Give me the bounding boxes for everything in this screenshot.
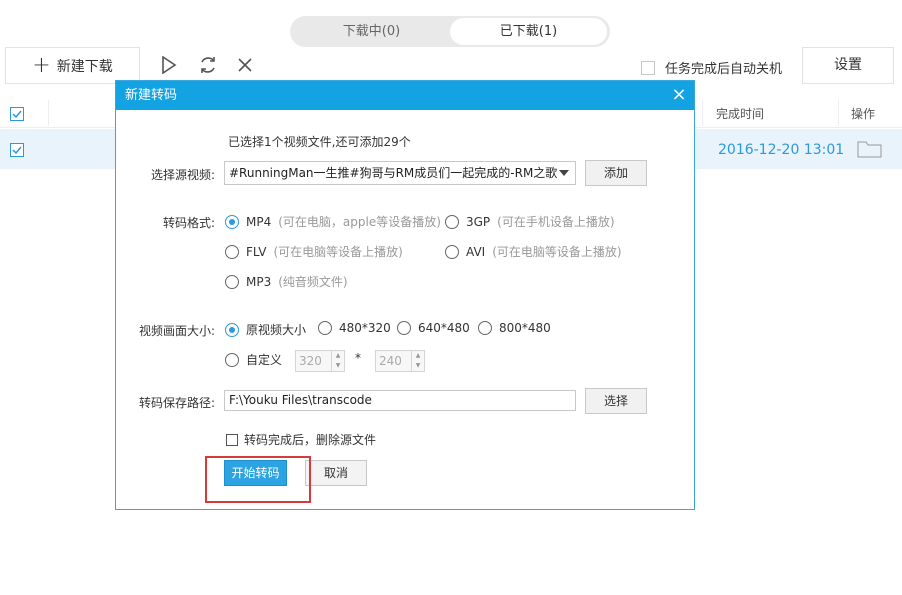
new-download-label: 新建下载 [56,58,113,75]
row-complete-time: 2016-12-20 13:01 [718,142,845,158]
column-divider [838,100,839,126]
size-radio-800x480[interactable]: 800*480 [478,321,551,335]
format-radio-mp4[interactable]: MP4 (可在电脑，apple等设备播放) [225,213,441,230]
radio-selected-icon [225,322,239,337]
custom-label: 自定义 [246,353,283,367]
format-hint: (可在电脑等设备上播放) [492,245,622,259]
source-video-select[interactable]: #RunningMan一生推#狗哥与RM成员们一起完成的-RM之歌 [224,161,576,185]
format-radio-mp3[interactable]: MP3 (纯音频文件) [225,273,348,290]
source-video-value: #RunningMan一生推#狗哥与RM成员们一起完成的-RM之歌 [229,166,558,180]
size-radio-original[interactable]: 原视频大小 [225,321,306,338]
format-hint: (可在手机设备上播放) [497,215,615,229]
choose-path-button[interactable]: 选择 [585,388,647,414]
size-radio-480x320[interactable]: 480*320 [318,321,391,335]
auto-shutdown-option[interactable]: 任务完成后自动关机 [641,58,782,77]
select-all-checkbox[interactable] [10,107,24,121]
cancel-button[interactable]: 取消 [305,460,367,486]
custom-width-value: 320 [299,354,322,368]
delete-source-label: 转码完成后，删除源文件 [244,433,377,447]
size-name: 800*480 [499,321,551,335]
close-icon[interactable] [233,53,257,77]
delete-source-checkbox[interactable] [226,433,238,446]
radio-icon [225,244,239,259]
format-hint: (可在电脑，apple等设备播放) [278,215,441,229]
header-action: 操作 [851,107,876,121]
format-label: 转码格式: [162,216,215,230]
radio-icon [225,352,239,367]
source-label: 选择源视频: [150,168,215,182]
radio-icon [225,274,239,289]
selection-info: 已选择1个视频文件,还可添加29个 [228,135,411,149]
stepper-arrows[interactable]: ▲ ▼ [331,351,344,371]
stepper-arrows[interactable]: ▲ ▼ [411,351,424,371]
download-tabs: 下载中(0) 已下载(1) [290,16,610,47]
tab-downloading[interactable]: 下载中(0) [293,18,450,45]
format-hint: (可在电脑等设备上播放) [273,245,403,259]
column-divider [702,100,703,126]
custom-width-stepper[interactable]: 320 ▲ ▼ [295,350,345,372]
radio-icon [318,321,332,335]
size-label: 视频画面大小: [138,324,215,338]
row-checkbox[interactable] [10,143,24,157]
auto-shutdown-label: 任务完成后自动关机 [665,62,783,77]
size-name: 640*480 [418,321,470,335]
column-divider [48,100,49,126]
dialog-title: 新建转码 [116,81,694,110]
format-radio-flv[interactable]: FLV (可在电脑等设备上播放) [225,243,403,260]
size-radio-640x480[interactable]: 640*480 [397,321,470,335]
size-name: 480*320 [339,321,391,335]
new-download-button[interactable]: + 新建下载 [5,47,140,84]
delete-source-option[interactable]: 转码完成后，删除源文件 [226,431,376,448]
save-path-input[interactable]: F:\Youku Files\transcode [224,390,576,411]
format-name: FLV [246,244,267,259]
format-hint: (纯音频文件) [278,275,348,289]
radio-icon [445,244,459,259]
auto-shutdown-checkbox[interactable] [641,60,655,75]
radio-icon [397,321,411,335]
folder-icon[interactable] [857,140,882,161]
radio-icon [445,214,459,229]
custom-height-stepper[interactable]: 240 ▲ ▼ [375,350,425,372]
size-radio-custom[interactable]: 自定义 [225,351,282,368]
header-complete-time: 完成时间 [716,107,765,121]
highlight-box [205,456,311,503]
format-name: MP4 [246,214,272,229]
format-radio-avi[interactable]: AVI (可在电脑等设备上播放) [445,243,622,260]
chevron-down-icon [559,170,569,176]
refresh-icon[interactable] [196,53,220,77]
custom-height-value: 240 [379,354,402,368]
format-name: 3GP [466,214,491,229]
tab-downloaded[interactable]: 已下载(1) [450,18,607,45]
path-label: 转码保存路径: [138,396,215,410]
radio-icon [478,321,492,335]
format-radio-3gp[interactable]: 3GP (可在手机设备上播放) [445,213,615,230]
format-name: AVI [466,244,486,259]
play-icon[interactable] [157,53,181,77]
add-button[interactable]: 添加 [585,160,647,186]
format-name: MP3 [246,274,272,289]
settings-button[interactable]: 设置 [802,47,894,84]
plus-icon: + [32,52,51,78]
dialog-close-icon[interactable]: × [670,85,688,105]
radio-selected-icon [225,214,239,229]
size-name: 原视频大小 [246,323,307,337]
times-sign: * [355,351,361,365]
